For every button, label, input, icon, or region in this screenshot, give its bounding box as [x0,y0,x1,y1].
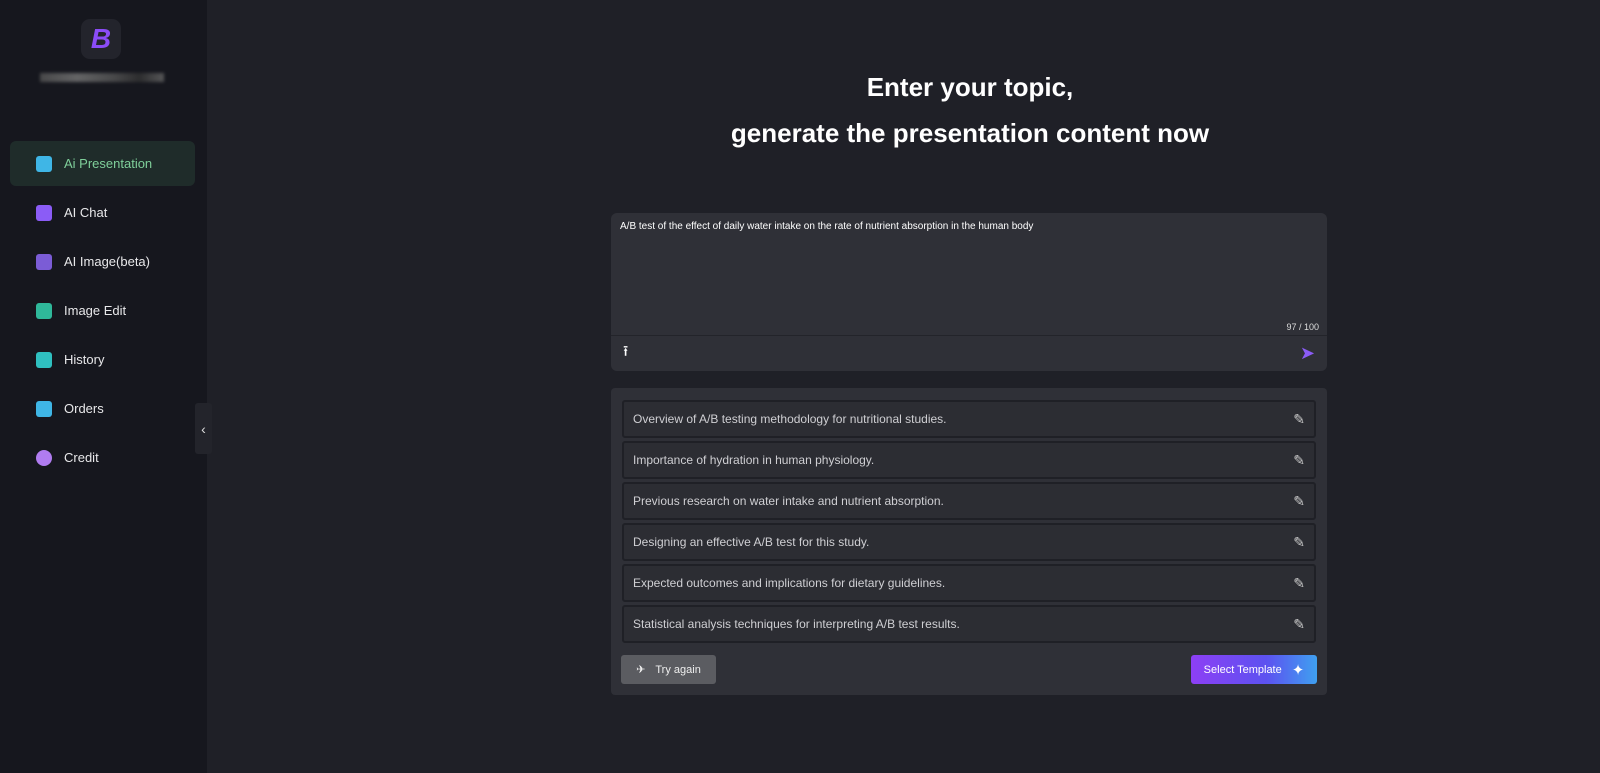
ai-image-icon [36,253,52,270]
presentation-icon [36,155,52,172]
pencil-icon[interactable]: ✎ [1293,452,1305,469]
collapse-sidebar-button[interactable]: ‹ [195,403,212,454]
upload-icon[interactable]: ⭱ [623,341,628,366]
try-again-label: Try again [655,663,701,676]
try-again-button[interactable]: ✈ Try again [621,655,716,684]
pencil-icon[interactable]: ✎ [1293,534,1305,551]
outline-item[interactable]: Previous research on water intake and nu… [622,482,1316,520]
nav-label: Credit [64,450,99,465]
pencil-icon[interactable]: ✎ [1293,616,1305,633]
chevron-left-icon: ‹ [201,420,206,437]
nav-item-credit[interactable]: Credit [10,435,195,480]
pencil-icon[interactable]: ✎ [1293,493,1305,510]
outline-panel: Overview of A/B testing methodology for … [611,388,1327,695]
outline-text: Previous research on water intake and nu… [633,494,944,508]
sparkle-icon: ✦ [1291,661,1305,679]
nav-label: Image Edit [64,303,127,318]
nav-item-history[interactable]: History [10,337,195,382]
select-template-button[interactable]: Select Template ✦ [1191,655,1317,684]
nav-item-ai-presentation[interactable]: Ai Presentation [10,141,195,186]
paper-plane-icon: ✈ [636,664,646,676]
nav: Ai Presentation AI Chat AI Image(beta) I… [10,141,195,484]
page-subtitle: generate the presentation content now [730,118,1210,148]
outline-item[interactable]: Expected outcomes and implications for d… [622,564,1316,602]
nav-item-image-edit[interactable]: Image Edit [10,288,195,333]
outline-item[interactable]: Statistical analysis techniques for inte… [622,605,1316,643]
sidebar: B Ai Presentation AI Chat AI Image(beta)… [0,0,207,773]
username-blurred [40,73,164,82]
nav-label: Orders [64,401,104,416]
image-edit-icon [36,302,52,319]
send-icon[interactable]: ➤ [1300,343,1315,364]
outline-text: Designing an effective A/B test for this… [633,535,870,549]
outline-item[interactable]: Overview of A/B testing methodology for … [622,400,1316,438]
history-icon [36,351,52,368]
char-counter: 97 / 100 [1286,322,1319,332]
outline-item[interactable]: Designing an effective A/B test for this… [622,523,1316,561]
pencil-icon[interactable]: ✎ [1293,575,1305,592]
orders-icon [36,400,52,417]
credit-icon [36,449,52,466]
logo[interactable]: B [81,19,121,59]
nav-label: AI Chat [64,205,108,220]
outline-text: Expected outcomes and implications for d… [633,576,946,590]
ai-chat-icon [36,204,52,221]
topic-input[interactable]: A/B test of the effect of daily water in… [611,213,1327,335]
outline-text: Importance of hydration in human physiol… [633,453,875,467]
select-template-label: Select Template [1203,663,1282,676]
nav-item-ai-chat[interactable]: AI Chat [10,190,195,235]
nav-item-orders[interactable]: Orders [10,386,195,431]
nav-label: Ai Presentation [64,156,153,171]
outline-text: Overview of A/B testing methodology for … [633,412,947,426]
nav-label: History [64,352,105,367]
topic-input-box: A/B test of the effect of daily water in… [611,213,1327,371]
outline-text: Statistical analysis techniques for inte… [633,617,960,631]
page-title: Enter your topic, [866,72,1074,102]
outline-item[interactable]: Importance of hydration in human physiol… [622,441,1316,479]
pencil-icon[interactable]: ✎ [1293,411,1305,428]
nav-item-ai-image[interactable]: AI Image(beta) [10,239,195,284]
nav-label: AI Image(beta) [64,254,150,269]
